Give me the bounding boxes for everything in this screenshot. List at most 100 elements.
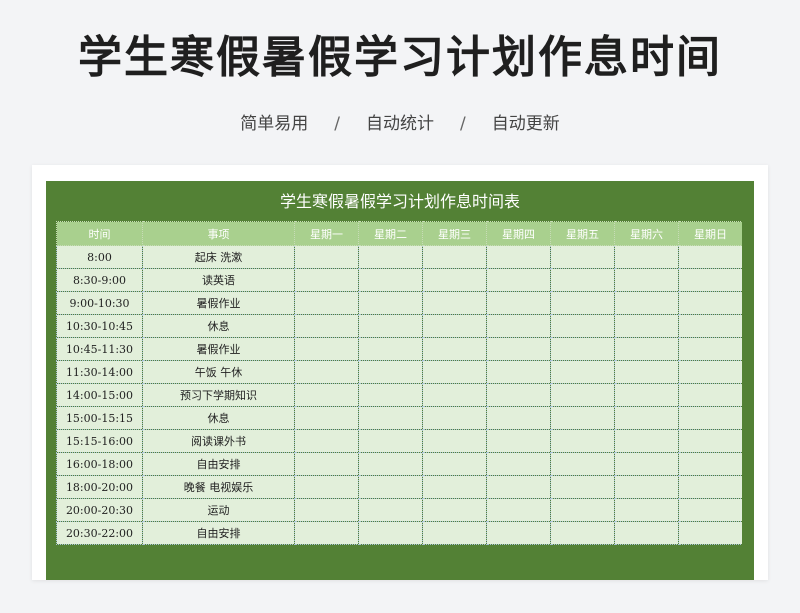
activity-cell[interactable]: 暑假作业: [142, 337, 295, 361]
activity-cell[interactable]: 运动: [142, 498, 295, 522]
day-cell[interactable]: [614, 268, 679, 292]
day-cell[interactable]: [294, 498, 359, 522]
day-cell[interactable]: [358, 291, 423, 315]
day-cell[interactable]: [358, 406, 423, 430]
day-cell[interactable]: [294, 337, 359, 361]
day-cell[interactable]: [678, 498, 742, 522]
day-cell[interactable]: [614, 521, 679, 545]
time-cell[interactable]: 20:00-20:30: [56, 498, 143, 522]
day-cell[interactable]: [422, 429, 487, 453]
time-cell[interactable]: 8:30-9:00: [56, 268, 143, 292]
day-cell[interactable]: [486, 360, 551, 384]
day-cell[interactable]: [358, 314, 423, 338]
activity-cell[interactable]: 预习下学期知识: [142, 383, 295, 407]
day-cell[interactable]: [422, 291, 487, 315]
day-cell[interactable]: [614, 314, 679, 338]
day-cell[interactable]: [422, 383, 487, 407]
day-cell[interactable]: [678, 291, 742, 315]
day-cell[interactable]: [550, 429, 615, 453]
day-cell[interactable]: [614, 360, 679, 384]
day-cell[interactable]: [678, 475, 742, 499]
day-cell[interactable]: [550, 314, 615, 338]
day-cell[interactable]: [678, 314, 742, 338]
time-cell[interactable]: 10:45-11:30: [56, 337, 143, 361]
day-cell[interactable]: [550, 360, 615, 384]
day-cell[interactable]: [294, 452, 359, 476]
day-cell[interactable]: [486, 383, 551, 407]
time-cell[interactable]: 20:30-22:00: [56, 521, 143, 545]
day-cell[interactable]: [358, 268, 423, 292]
day-cell[interactable]: [422, 475, 487, 499]
day-cell[interactable]: [486, 452, 551, 476]
day-cell[interactable]: [550, 452, 615, 476]
day-cell[interactable]: [614, 475, 679, 499]
day-cell[interactable]: [614, 245, 679, 269]
day-cell[interactable]: [486, 475, 551, 499]
day-cell[interactable]: [678, 268, 742, 292]
day-cell[interactable]: [678, 521, 742, 545]
day-cell[interactable]: [422, 521, 487, 545]
day-cell[interactable]: [678, 383, 742, 407]
day-cell[interactable]: [486, 498, 551, 522]
day-cell[interactable]: [358, 383, 423, 407]
day-cell[interactable]: [550, 337, 615, 361]
day-cell[interactable]: [294, 406, 359, 430]
day-cell[interactable]: [358, 452, 423, 476]
day-cell[interactable]: [486, 245, 551, 269]
time-cell[interactable]: 15:00-15:15: [56, 406, 143, 430]
time-cell[interactable]: 10:30-10:45: [56, 314, 143, 338]
activity-cell[interactable]: 暑假作业: [142, 291, 295, 315]
day-cell[interactable]: [358, 521, 423, 545]
day-cell[interactable]: [422, 245, 487, 269]
day-cell[interactable]: [294, 268, 359, 292]
day-cell[interactable]: [358, 245, 423, 269]
day-cell[interactable]: [486, 268, 551, 292]
time-cell[interactable]: 18:00-20:00: [56, 475, 143, 499]
activity-cell[interactable]: 阅读课外书: [142, 429, 295, 453]
day-cell[interactable]: [614, 498, 679, 522]
time-cell[interactable]: 15:15-16:00: [56, 429, 143, 453]
day-cell[interactable]: [550, 498, 615, 522]
day-cell[interactable]: [614, 291, 679, 315]
day-cell[interactable]: [486, 406, 551, 430]
day-cell[interactable]: [358, 498, 423, 522]
day-cell[interactable]: [678, 429, 742, 453]
day-cell[interactable]: [678, 337, 742, 361]
day-cell[interactable]: [614, 452, 679, 476]
day-cell[interactable]: [678, 406, 742, 430]
day-cell[interactable]: [614, 337, 679, 361]
day-cell[interactable]: [422, 406, 487, 430]
day-cell[interactable]: [294, 360, 359, 384]
day-cell[interactable]: [550, 521, 615, 545]
day-cell[interactable]: [614, 406, 679, 430]
day-cell[interactable]: [550, 245, 615, 269]
day-cell[interactable]: [486, 314, 551, 338]
day-cell[interactable]: [486, 337, 551, 361]
day-cell[interactable]: [550, 268, 615, 292]
time-cell[interactable]: 11:30-14:00: [56, 360, 143, 384]
day-cell[interactable]: [358, 360, 423, 384]
activity-cell[interactable]: 晚餐 电视娱乐: [142, 475, 295, 499]
day-cell[interactable]: [614, 429, 679, 453]
day-cell[interactable]: [614, 383, 679, 407]
day-cell[interactable]: [486, 521, 551, 545]
day-cell[interactable]: [422, 452, 487, 476]
day-cell[interactable]: [358, 337, 423, 361]
activity-cell[interactable]: 自由安排: [142, 452, 295, 476]
day-cell[interactable]: [294, 245, 359, 269]
day-cell[interactable]: [550, 291, 615, 315]
day-cell[interactable]: [486, 291, 551, 315]
day-cell[interactable]: [294, 383, 359, 407]
activity-cell[interactable]: 起床 洗漱: [142, 245, 295, 269]
day-cell[interactable]: [550, 475, 615, 499]
activity-cell[interactable]: 午饭 午休: [142, 360, 295, 384]
time-cell[interactable]: 14:00-15:00: [56, 383, 143, 407]
day-cell[interactable]: [294, 521, 359, 545]
activity-cell[interactable]: 休息: [142, 314, 295, 338]
activity-cell[interactable]: 读英语: [142, 268, 295, 292]
day-cell[interactable]: [678, 360, 742, 384]
day-cell[interactable]: [678, 245, 742, 269]
day-cell[interactable]: [294, 314, 359, 338]
time-cell[interactable]: 8:00: [56, 245, 143, 269]
day-cell[interactable]: [422, 360, 487, 384]
